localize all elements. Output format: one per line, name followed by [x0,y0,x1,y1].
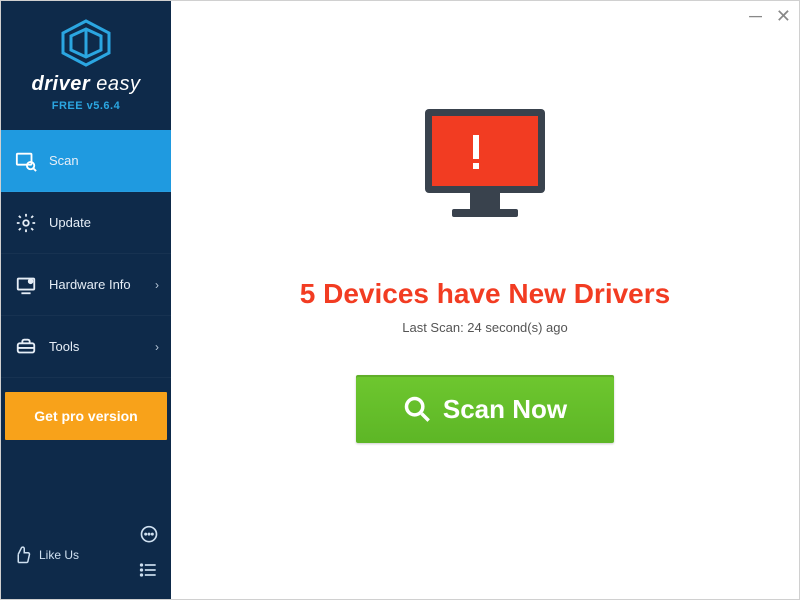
alert-monitor-graphic [410,101,560,236]
get-pro-button[interactable]: Get pro version [5,392,167,440]
sidebar-item-label: Update [49,215,91,230]
chevron-right-icon: › [155,340,159,354]
app-logo-icon [59,19,113,67]
close-button[interactable]: ✕ [776,7,791,25]
tools-icon [15,336,37,358]
app-window: ─ ✕ driver easy FREE v5.6.4 Scan [0,0,800,600]
search-icon [403,395,431,423]
scan-result-headline: 5 Devices have New Drivers [300,278,670,310]
scan-now-label: Scan Now [443,394,567,425]
sidebar: driver easy FREE v5.6.4 Scan Update [1,1,171,599]
scan-now-button[interactable]: Scan Now [356,375,614,443]
sidebar-item-tools[interactable]: Tools › [1,316,171,378]
sidebar-item-update[interactable]: Update [1,192,171,254]
bottom-icon-group [139,525,159,585]
get-pro-label: Get pro version [34,408,137,424]
feedback-icon[interactable] [139,525,159,550]
last-scan-label: Last Scan: 24 second(s) ago [402,320,568,335]
like-us-button[interactable]: Like Us [13,546,79,564]
like-us-label: Like Us [39,548,79,562]
logo-block: driver easy FREE v5.6.4 [1,1,171,130]
main-panel: 5 Devices have New Drivers Last Scan: 24… [171,1,799,599]
spacer [1,440,171,515]
chevron-right-icon: › [155,278,159,292]
sidebar-item-label: Tools [49,339,79,354]
sidebar-nav: Scan Update Hardware Info › [1,130,171,378]
window-controls: ─ ✕ [749,7,791,25]
gear-icon [15,212,37,234]
sidebar-bottom: Like Us [1,515,171,599]
sidebar-item-label: Scan [49,153,79,168]
scan-icon [15,150,37,172]
sidebar-item-scan[interactable]: Scan [1,130,171,192]
menu-icon[interactable] [139,560,159,585]
thumbs-up-icon [13,546,31,564]
sidebar-item-label: Hardware Info [49,277,131,292]
version-label: FREE v5.6.4 [1,100,171,112]
sidebar-item-hardware-info[interactable]: Hardware Info › [1,254,171,316]
hardware-icon [15,274,37,296]
brand-name: driver easy [1,73,171,96]
minimize-button[interactable]: ─ [749,7,762,25]
